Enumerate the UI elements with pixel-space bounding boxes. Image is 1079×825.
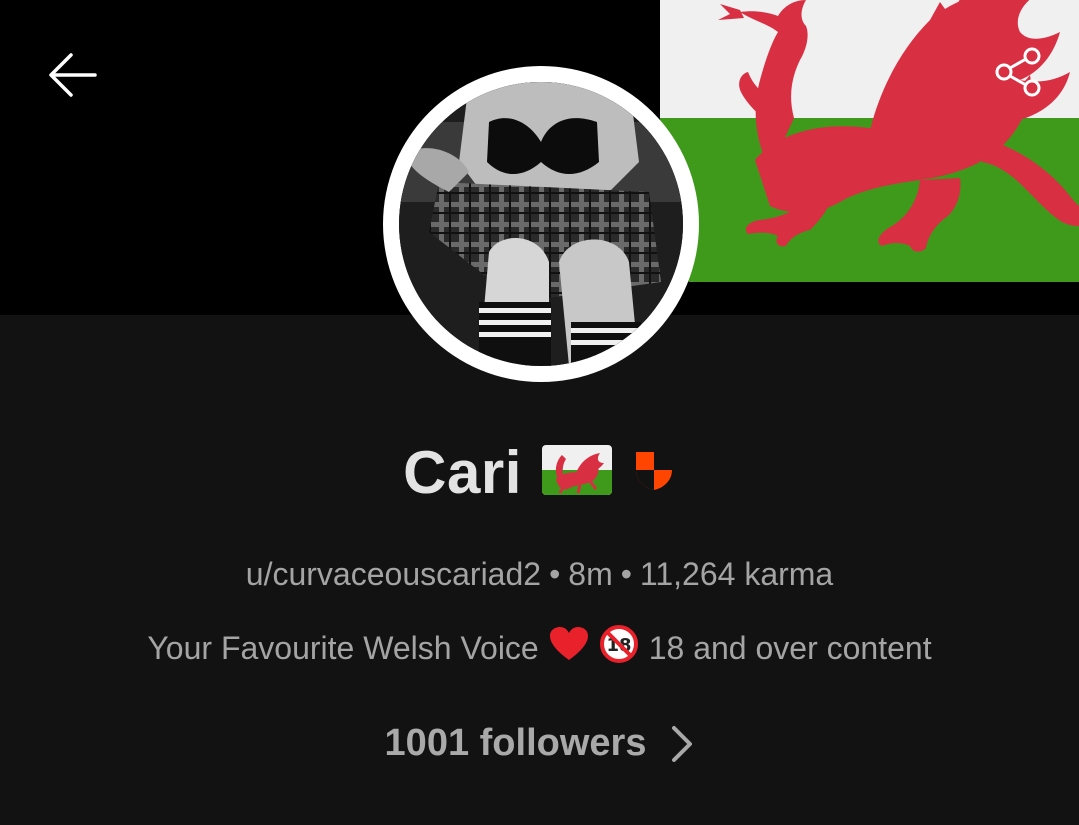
display-name: Cari <box>403 438 522 506</box>
bio-suffix: 18 and over content <box>648 629 932 666</box>
red-heart-icon <box>549 626 589 670</box>
share-button[interactable] <box>988 42 1048 102</box>
arrow-left-icon <box>49 53 97 97</box>
avatar-image <box>399 82 683 366</box>
separator-dot: • <box>549 556 561 592</box>
avatar[interactable] <box>383 66 699 382</box>
back-button[interactable] <box>40 42 106 108</box>
profile-screen: Cari u/curvaceouscariad2 • 8m • 11,264 karma <box>0 0 1079 825</box>
name-row: Cari <box>0 432 1079 512</box>
chevron-right-icon <box>672 725 693 762</box>
profile-meta: u/curvaceouscariad2 • 8m • 11,264 karma <box>0 556 1079 593</box>
mod-shield-icon <box>632 448 676 497</box>
account-age: 8m <box>568 556 613 592</box>
bio-text: Your Favourite Welsh Voice <box>147 629 539 666</box>
profile-bio: Your Favourite Welsh Voice 18 18 and ove… <box>0 624 1079 672</box>
no-under-18-icon: 18 <box>599 624 639 672</box>
karma-count: 11,264 karma <box>639 556 834 592</box>
username: u/curvaceouscariad2 <box>245 556 542 592</box>
welsh-flag-icon <box>540 443 614 502</box>
followers-link[interactable]: 1001 followers <box>0 722 1079 765</box>
separator-dot: • <box>620 556 632 592</box>
share-icon <box>995 47 1041 97</box>
followers-count: 1001 followers <box>384 722 647 764</box>
